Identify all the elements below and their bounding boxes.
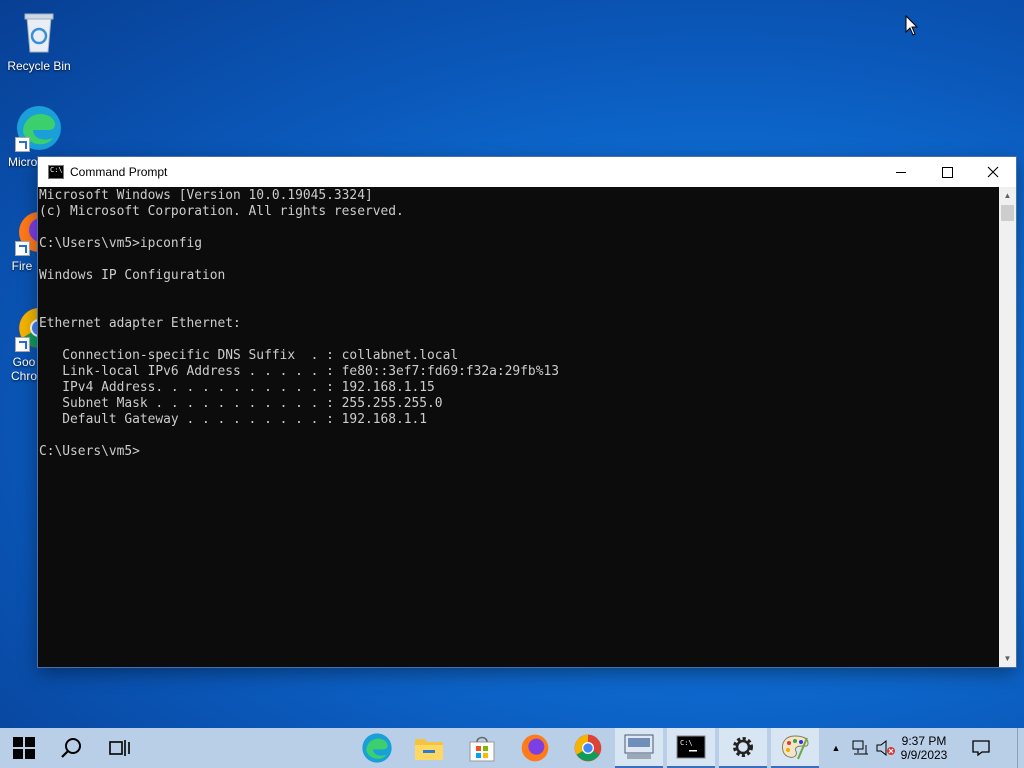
- console-text: Microsoft Windows [Version 10.0.19045.33…: [39, 188, 559, 459]
- edge-icon: [362, 733, 392, 763]
- cmd-icon: [48, 165, 64, 179]
- paint-icon: [782, 735, 809, 760]
- taskbar-settings[interactable]: [719, 728, 767, 768]
- remote-desktop-icon: [624, 734, 654, 759]
- clock-date: 9/9/2023: [900, 748, 948, 762]
- maximize-icon: [941, 166, 953, 178]
- network-icon: [852, 740, 868, 755]
- task-view-button[interactable]: [96, 728, 144, 768]
- shortcut-arrow-icon: [15, 337, 30, 352]
- search-icon: [61, 738, 81, 758]
- svg-text:C:\: C:\: [680, 739, 693, 747]
- window-title: Command Prompt: [70, 165, 168, 179]
- shortcut-arrow-icon: [15, 241, 30, 256]
- desktop-icon-label: Recycle Bin: [7, 59, 71, 73]
- network-status-button[interactable]: [848, 728, 874, 768]
- desktop-icon-label: Fire: [11, 259, 33, 273]
- taskbar: C:\ ▲ 9:37 PM 9/9/2023: [0, 728, 1024, 768]
- taskbar-edge[interactable]: [353, 728, 401, 768]
- chevron-up-icon: ▲: [1003, 191, 1012, 200]
- taskbar-remote-desktop[interactable]: [615, 728, 663, 768]
- settings-icon: [733, 737, 753, 757]
- chrome-icon: [574, 734, 602, 762]
- taskbar-chrome[interactable]: [564, 728, 612, 768]
- title-bar[interactable]: Command Prompt: [38, 157, 1016, 187]
- taskbar-firefox[interactable]: [511, 728, 559, 768]
- action-center-button[interactable]: [958, 728, 1004, 768]
- scroll-down-button[interactable]: ▼: [999, 650, 1016, 667]
- minimize-button[interactable]: [878, 157, 924, 187]
- taskbar-store[interactable]: [458, 728, 506, 768]
- vertical-scrollbar[interactable]: ▲ ▼: [999, 187, 1016, 667]
- volume-muted-icon: [876, 740, 895, 756]
- task-view-icon: [109, 740, 130, 756]
- maximize-button[interactable]: [924, 157, 970, 187]
- chevron-up-icon: ▲: [831, 743, 841, 753]
- search-button[interactable]: [48, 728, 96, 768]
- recycle-bin-icon: [15, 8, 63, 56]
- firefox-icon: [521, 734, 549, 762]
- file-explorer-icon: [415, 739, 443, 760]
- edge-icon: [15, 104, 63, 152]
- show-desktop-button[interactable]: [1017, 728, 1024, 768]
- command-prompt-window[interactable]: Command Prompt Microsoft Windows [Versio…: [38, 157, 1016, 667]
- taskbar-file-explorer[interactable]: [405, 728, 453, 768]
- clock-time: 9:37 PM: [901, 734, 947, 748]
- desktop-icon-label: Goo Chro: [10, 355, 37, 383]
- chevron-down-icon: ▼: [1003, 654, 1012, 663]
- clock[interactable]: 9:37 PM 9/9/2023: [896, 728, 952, 768]
- close-button[interactable]: [970, 157, 1016, 187]
- scroll-up-button[interactable]: ▲: [999, 187, 1016, 204]
- store-icon: [469, 736, 495, 762]
- scroll-thumb[interactable]: [1001, 205, 1014, 221]
- taskbar-paint[interactable]: [771, 728, 819, 768]
- desktop-icon-recycle-bin[interactable]: Recycle Bin: [0, 8, 78, 73]
- show-hidden-icons-button[interactable]: ▲: [826, 728, 846, 768]
- windows-logo-icon: [13, 737, 35, 759]
- cmd-icon: C:\: [676, 735, 706, 759]
- close-icon: [987, 166, 999, 178]
- start-button[interactable]: [0, 728, 48, 768]
- notification-icon: [972, 740, 990, 756]
- console-output[interactable]: Microsoft Windows [Version 10.0.19045.33…: [38, 187, 999, 667]
- minimize-icon: [896, 171, 906, 173]
- shortcut-arrow-icon: [15, 137, 30, 152]
- taskbar-command-prompt[interactable]: C:\: [667, 728, 715, 768]
- volume-button[interactable]: [874, 728, 898, 768]
